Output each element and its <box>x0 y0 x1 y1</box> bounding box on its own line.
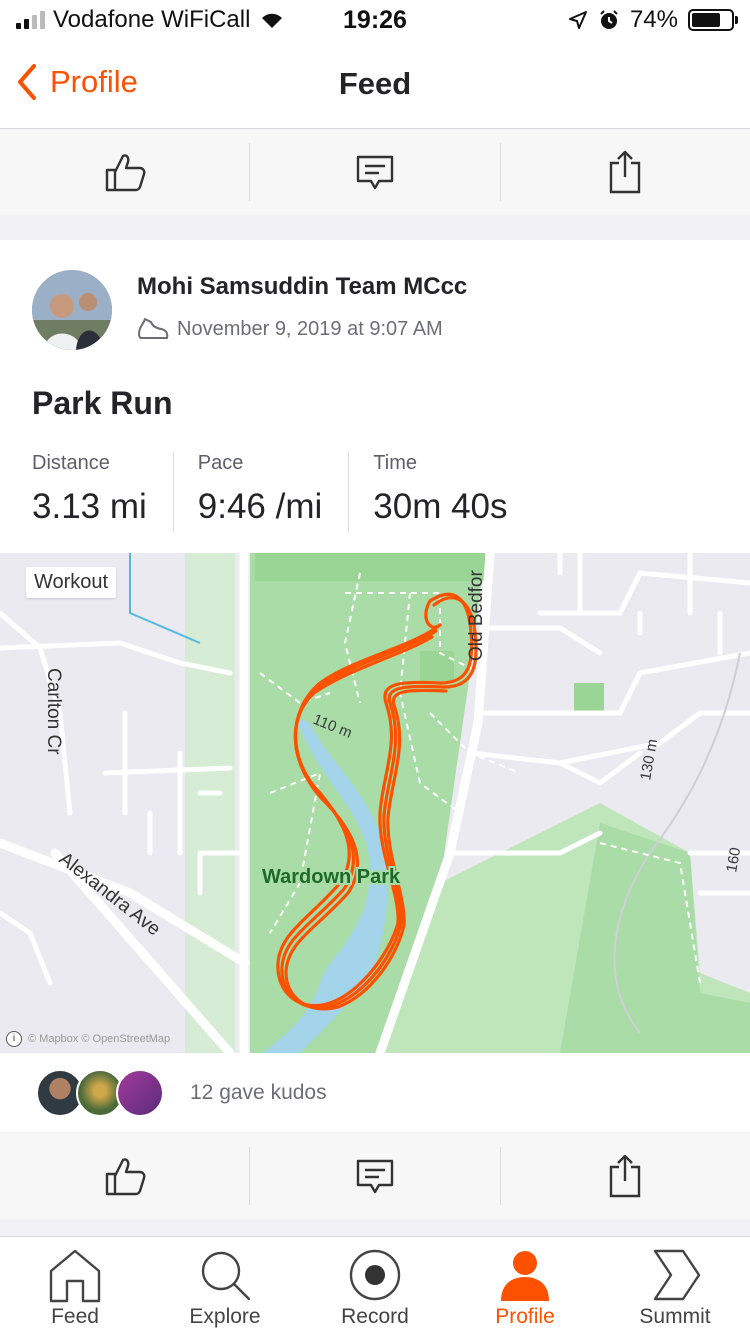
svg-text:Wardown Park: Wardown Park <box>262 866 401 888</box>
activity-actions <box>0 1133 750 1219</box>
activity-datetime: November 9, 2019 at 9:07 AM <box>137 316 443 342</box>
summit-icon <box>653 1249 701 1301</box>
share-button[interactable] <box>501 1133 750 1219</box>
comment-icon <box>356 1159 394 1194</box>
avatar <box>116 1069 164 1117</box>
status-bar: Vodafone WiFiCall 19:26 74% <box>0 0 750 42</box>
tab-feed[interactable]: Feed <box>0 1237 150 1335</box>
comment-button[interactable] <box>250 1133 499 1219</box>
athlete-avatar[interactable] <box>32 270 112 350</box>
previous-post-actions <box>0 129 750 215</box>
stat-value: 9:46 /mi <box>197 487 323 526</box>
share-button[interactable] <box>501 129 750 215</box>
share-icon <box>610 1154 641 1198</box>
tab-record[interactable]: Record <box>300 1237 450 1335</box>
tab-label: Feed <box>51 1305 99 1328</box>
map-attribution[interactable]: i © Mapbox © OpenStreetMap <box>6 1031 170 1047</box>
profile-icon <box>501 1251 549 1301</box>
stat-pace: Pace 9:46 /mi <box>198 452 350 532</box>
location-arrow-icon <box>568 11 587 29</box>
status-right: 74% <box>568 6 738 34</box>
battery-percent: 74% <box>629 6 678 33</box>
page-title: Feed <box>338 66 412 101</box>
alarm-icon <box>600 10 618 29</box>
svg-text:Old Bedfor: Old Bedfor <box>466 570 487 661</box>
stat-value: 3.13 mi <box>32 487 147 526</box>
kudos-avatars <box>36 1069 164 1117</box>
kudos-row[interactable]: 12 gave kudos <box>0 1053 750 1133</box>
route-map[interactable]: Wardown Park Carlton Cr Alexandra Ave Ol… <box>0 553 750 1053</box>
activity-title[interactable]: Park Run <box>32 385 172 422</box>
battery-icon <box>688 9 738 31</box>
datetime-text: November 9, 2019 at 9:07 AM <box>177 317 443 340</box>
stat-label: Time <box>373 452 417 474</box>
info-icon[interactable]: i <box>6 1031 22 1047</box>
map-credit-text: © Mapbox © OpenStreetMap <box>28 1033 171 1045</box>
shoe-icon <box>138 318 169 339</box>
share-icon <box>610 150 641 194</box>
thumbs-up-icon <box>105 1158 146 1196</box>
tab-label: Record <box>341 1305 409 1328</box>
comment-button[interactable] <box>250 129 499 215</box>
workout-badge: Workout <box>26 567 117 598</box>
stat-time: Time 30m 40s <box>373 452 533 532</box>
home-icon <box>49 1249 101 1303</box>
kudos-button[interactable] <box>0 129 249 215</box>
tab-label: Explore <box>189 1305 261 1328</box>
activity-card: Mohi Samsuddin Team MCcc November 9, 201… <box>0 240 750 1132</box>
kudos-count[interactable]: 12 gave kudos <box>190 1081 327 1105</box>
stat-value: 30m 40s <box>373 487 508 526</box>
activity-stats: Distance 3.13 mi Pace 9:46 /mi Time 30m … <box>32 452 558 532</box>
map-label-park: Wardown Park <box>260 864 403 890</box>
stat-distance: Distance 3.13 mi <box>32 452 174 532</box>
record-icon <box>349 1249 401 1301</box>
athlete-name[interactable]: Mohi Samsuddin Team MCcc <box>137 273 467 301</box>
tab-label: Profile <box>495 1305 555 1328</box>
kudos-button[interactable] <box>0 1133 249 1219</box>
comment-icon <box>356 155 394 190</box>
svg-text:Carlton Cr: Carlton Cr <box>43 668 64 755</box>
search-icon <box>201 1251 251 1301</box>
stat-label: Distance <box>32 452 110 474</box>
stat-label: Pace <box>197 452 244 474</box>
tab-bar: Feed Explore Record Profile Summit <box>0 1236 750 1335</box>
map-canvas: Wardown Park Carlton Cr Alexandra Ave Ol… <box>0 553 750 1053</box>
tab-profile[interactable]: Profile <box>450 1237 600 1335</box>
navigation-bar: Profile Feed <box>0 42 750 129</box>
tab-explore[interactable]: Explore <box>150 1237 300 1335</box>
tab-summit[interactable]: Summit <box>600 1237 750 1335</box>
thumbs-up-icon <box>105 154 146 192</box>
tab-label: Summit <box>639 1305 711 1328</box>
